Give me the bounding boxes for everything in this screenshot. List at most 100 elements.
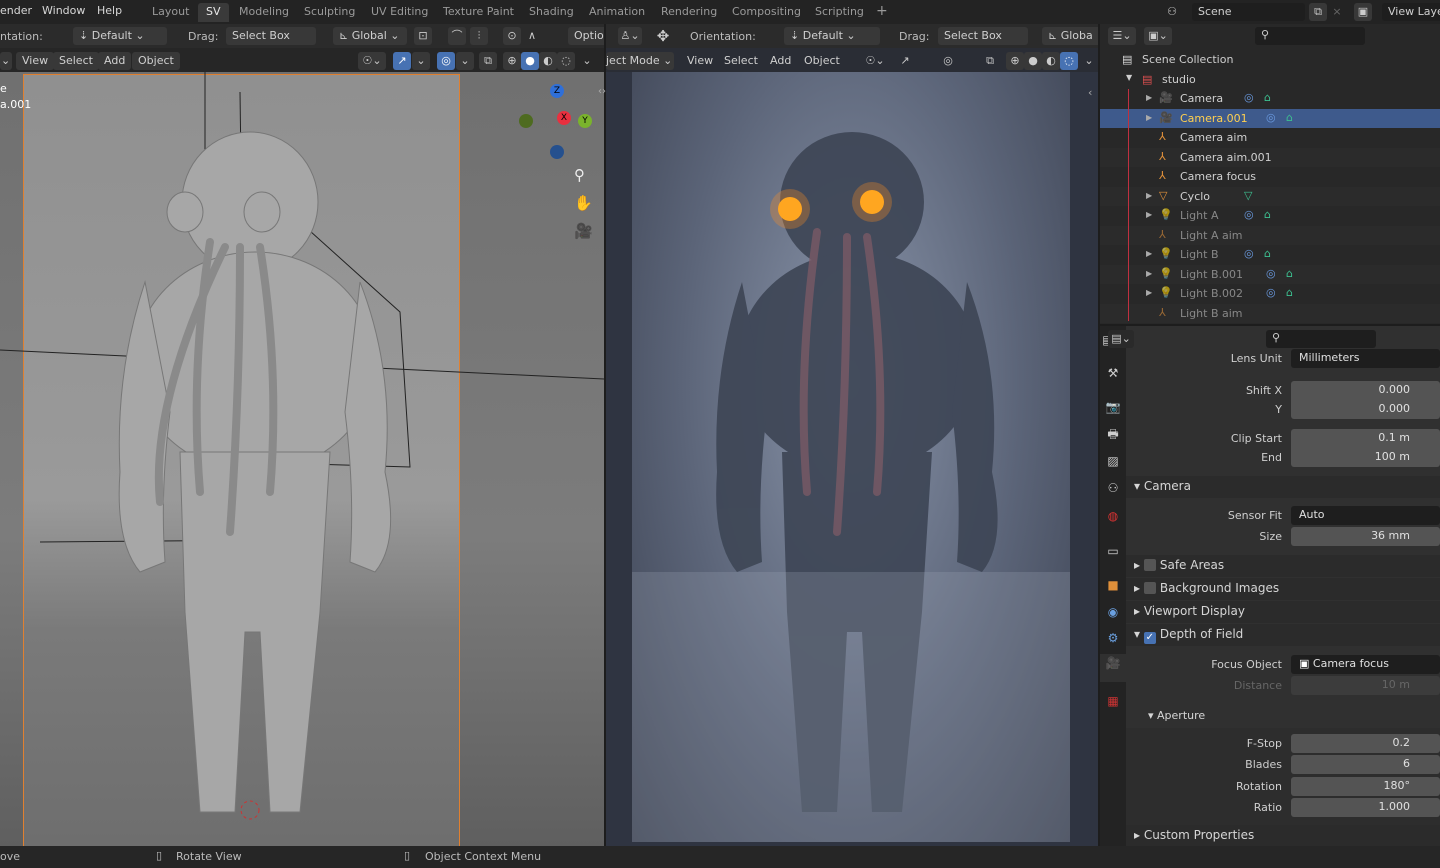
menu-view[interactable]: View	[16, 52, 55, 70]
orientation-dropdown[interactable]: ⇣ Default ⌄	[73, 27, 167, 45]
outliner-item[interactable]: ⅄ Light A aim	[1100, 225, 1440, 245]
menu-render[interactable]: ender	[0, 4, 32, 17]
new-scene-icon[interactable]: ⧉	[1309, 3, 1327, 21]
gizmo-dropdown-icon[interactable]: ⌄	[412, 52, 430, 70]
background-images-checkbox[interactable]	[1143, 582, 1156, 594]
render-tab-icon[interactable]: 📷	[1104, 398, 1122, 416]
camera-panel-header[interactable]: ▾ Camera	[1126, 476, 1440, 498]
solid-shading-icon[interactable]: ●	[521, 52, 539, 70]
transform-orientation-dropdown[interactable]: ⊾ Globa	[1042, 27, 1098, 45]
orientation-dropdown[interactable]: ⇣ Default ⌄	[784, 27, 880, 45]
options-button[interactable]: Optio	[568, 27, 604, 45]
overlays-dropdown-icon[interactable]: ⌄	[456, 52, 474, 70]
editor-type-dropdown[interactable]: ⌄	[0, 52, 12, 70]
tab-rendering[interactable]: Rendering	[653, 3, 725, 22]
editor-type-dropdown[interactable]: ▤⌄	[1108, 330, 1134, 348]
sensor-size-field[interactable]: 36 mm	[1291, 527, 1440, 546]
close-icon[interactable]: ×	[1328, 3, 1346, 21]
object-data-icon[interactable]: ◎	[1244, 208, 1254, 221]
scene-tab-icon[interactable]: ⚇	[1104, 479, 1122, 497]
tab-uv-editing[interactable]: UV Editing	[363, 3, 436, 22]
rendered-shading-icon[interactable]: ◌	[1060, 52, 1078, 70]
mode-dropdown[interactable]: ject Mode ⌄	[606, 52, 674, 70]
menu-help[interactable]: Help	[97, 4, 122, 17]
properties-search[interactable]: ⚲	[1266, 330, 1376, 348]
outliner-item[interactable]: ▶ ▽ Cyclo ▽	[1100, 186, 1440, 206]
tab-scripting[interactable]: Scripting	[807, 3, 872, 22]
solid-shading-icon[interactable]: ●	[1024, 52, 1042, 70]
navigation-gizmo[interactable]: Z X Y	[512, 80, 600, 170]
light-data-icon[interactable]: ⌂	[1286, 286, 1293, 299]
menu-object[interactable]: Object	[798, 52, 846, 70]
pan-hand-icon[interactable]: ✋	[574, 194, 593, 212]
safe-areas-panel[interactable]: ▸ Safe Areas	[1126, 555, 1440, 577]
gizmo-x-axis[interactable]: X	[557, 111, 571, 125]
texture-tab-icon[interactable]: ▦	[1104, 692, 1122, 710]
camera-view-icon[interactable]: 🎥	[574, 222, 593, 240]
outliner-search[interactable]: ⚲	[1255, 27, 1365, 45]
expand-arrow-icon[interactable]: ▶	[1146, 191, 1152, 200]
move-icon[interactable]: ✥	[654, 27, 672, 45]
material-shading-icon[interactable]: ◐	[1042, 52, 1060, 70]
proportional-edit-icon[interactable]: ⊙	[503, 27, 521, 45]
gizmo-neg-y[interactable]	[519, 114, 533, 128]
right-3d-viewport-rendered[interactable]: ‹	[606, 72, 1098, 846]
gizmo-neg-z[interactable]	[550, 145, 564, 159]
tab-modeling[interactable]: Modeling	[231, 3, 297, 22]
menu-add[interactable]: Add	[98, 52, 132, 70]
gizmo-z-axis[interactable]: Z	[550, 84, 564, 98]
outliner-item[interactable]: ▶ 🎥 Camera.001 ◎ ⌂	[1100, 108, 1440, 128]
object-data-icon[interactable]: ◎	[1266, 267, 1276, 280]
mesh-data-icon[interactable]: ▽	[1244, 189, 1252, 202]
rotation-field[interactable]: 180°	[1291, 777, 1440, 796]
drag-dropdown[interactable]: Select Box	[938, 27, 1028, 45]
gizmo-icon[interactable]: ↗	[393, 52, 411, 70]
light-data-icon[interactable]: ⌂	[1264, 208, 1271, 221]
view-layer-tab-icon[interactable]: ▨	[1104, 452, 1122, 470]
sidebar-toggle-icon[interactable]: ‹	[1088, 86, 1092, 99]
shift-y-field[interactable]: 0.000	[1291, 400, 1440, 419]
outliner-item[interactable]: ⅄ Camera aim.001	[1100, 147, 1440, 167]
expand-arrow-icon[interactable]: ▶	[1146, 113, 1152, 122]
tab-layout[interactable]: Layout	[144, 3, 197, 22]
tab-sv[interactable]: SV	[198, 3, 229, 22]
camera-data-tab-icon[interactable]: 🎥	[1100, 654, 1126, 682]
snap-target-icon[interactable]: ⫶	[470, 27, 488, 45]
overlays-icon[interactable]: ◎	[939, 52, 957, 70]
clip-end-field[interactable]: 100 m	[1291, 448, 1440, 467]
snap-icon[interactable]: ⌒	[448, 27, 466, 45]
outliner-collection-studio[interactable]: ▼ ▤ studio	[1100, 70, 1440, 90]
falloff-icon[interactable]: ∧	[523, 27, 541, 45]
output-tab-icon[interactable]: 🖶	[1104, 425, 1122, 443]
outliner-item[interactable]: ⅄ Light B aim	[1100, 303, 1440, 323]
depth-of-field-panel[interactable]: ▾ ✓ Depth of Field	[1126, 624, 1440, 646]
menu-view[interactable]: View	[681, 52, 719, 70]
blades-field[interactable]: 6	[1291, 755, 1440, 774]
object-tab-icon[interactable]: ■	[1104, 576, 1122, 594]
expand-arrow-icon[interactable]: ▼	[1126, 73, 1132, 82]
xray-icon[interactable]: ⧉	[479, 52, 497, 70]
object-data-icon[interactable]: ◎	[1244, 247, 1254, 260]
tab-shading[interactable]: Shading	[521, 3, 582, 22]
expand-arrow-icon[interactable]: ▶	[1146, 93, 1152, 102]
view-layer-icon[interactable]: ▣	[1354, 3, 1372, 21]
outliner-item[interactable]: ⅄ Camera focus	[1100, 167, 1440, 187]
menu-add[interactable]: Add	[764, 52, 797, 70]
menu-select[interactable]: Select	[718, 52, 764, 70]
gizmo-icon[interactable]: ↗	[896, 52, 914, 70]
ratio-field[interactable]: 1.000	[1291, 798, 1440, 817]
light-data-icon[interactable]: ⌂	[1286, 267, 1293, 280]
tab-animation[interactable]: Animation	[581, 3, 653, 22]
clip-start-field[interactable]: 0.1 m	[1291, 429, 1440, 448]
area-split-arrows-icon[interactable]: ‹›	[598, 86, 606, 97]
outliner-item[interactable]: ▶ 💡 Light A ◎ ⌂	[1100, 206, 1440, 226]
camera-data-icon[interactable]: ⌂	[1264, 91, 1271, 104]
expand-arrow-icon[interactable]: ▶	[1146, 269, 1152, 278]
fstop-field[interactable]: 0.2	[1291, 734, 1440, 753]
lens-unit-dropdown[interactable]: Millimeters	[1291, 349, 1440, 368]
collection-tab-icon[interactable]: ▭	[1104, 542, 1122, 560]
menu-object[interactable]: Object	[132, 52, 180, 70]
drag-dropdown[interactable]: Select Box	[226, 27, 316, 45]
modifiers-tab-icon[interactable]: ◉	[1104, 603, 1122, 621]
depth-of-field-checkbox[interactable]: ✓	[1143, 632, 1156, 644]
